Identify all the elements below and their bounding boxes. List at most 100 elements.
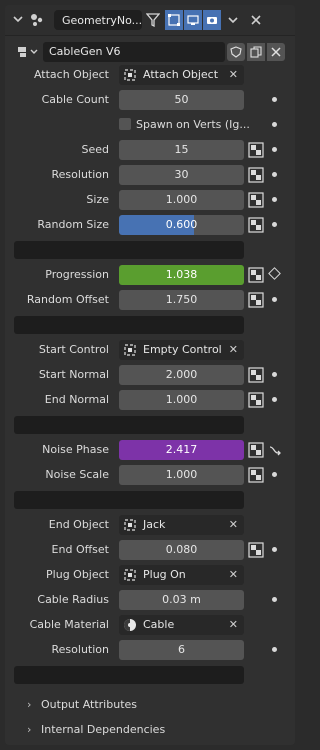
keyframe-dot-icon[interactable] xyxy=(272,122,277,127)
attach-object-label: Attach Object xyxy=(33,68,109,81)
resolution-field[interactable]: 30 xyxy=(119,165,244,185)
modifier-wrench-icon xyxy=(28,11,46,29)
shield-fake-user-icon[interactable] xyxy=(227,43,245,61)
clear-icon[interactable]: ✕ xyxy=(229,565,238,585)
duplicate-icon[interactable] xyxy=(247,43,265,61)
cable-material-field[interactable]: Cable ✕ xyxy=(119,615,244,635)
start-normal-row: Start Normal 2.000 xyxy=(5,364,295,386)
random-offset-label: Random Offset xyxy=(26,293,109,306)
keyframe-dot-icon[interactable] xyxy=(272,197,277,202)
clear-icon[interactable]: ✕ xyxy=(229,515,238,535)
attribute-toggle-icon[interactable] xyxy=(248,442,264,458)
filter-icon[interactable] xyxy=(144,11,162,29)
object-icon xyxy=(123,518,137,532)
end-normal-label: End Normal xyxy=(44,393,109,406)
plug-object-field[interactable]: Plug On ✕ xyxy=(119,565,244,585)
noise-phase-label: Noise Phase xyxy=(42,443,109,456)
attribute-toggle-icon[interactable] xyxy=(248,392,264,408)
keyframe-dot-icon[interactable] xyxy=(272,472,277,477)
close-icon[interactable] xyxy=(248,12,264,28)
driver-icon[interactable] xyxy=(267,442,283,458)
node-tree-icon[interactable] xyxy=(15,43,41,61)
keyframe-dot-icon[interactable] xyxy=(272,647,277,652)
spawn-on-verts-label[interactable]: Spawn on Verts (Ig... xyxy=(136,114,250,136)
attribute-toggle-icon[interactable] xyxy=(248,167,264,183)
material-icon xyxy=(123,618,137,632)
random-size-slider[interactable]: 0.600 xyxy=(119,215,244,235)
chevron-right-icon: › xyxy=(27,698,32,711)
keyframe-diamond-icon[interactable] xyxy=(268,267,281,280)
end-object-label: End Object xyxy=(48,518,109,531)
render-camera-icon[interactable] xyxy=(203,10,221,30)
size-row: Size 1.000 xyxy=(5,189,295,211)
size-label: Size xyxy=(86,193,109,206)
modifier-name-field[interactable]: GeometryNo... xyxy=(54,10,142,30)
attribute-toggle-icon[interactable] xyxy=(248,142,264,158)
output-attributes-subpanel[interactable]: › Output Attributes xyxy=(5,694,295,716)
viewport-icon[interactable] xyxy=(184,10,202,30)
keyframe-dot-icon[interactable] xyxy=(272,547,277,552)
cable-resolution-row: Resolution 6 xyxy=(5,639,295,661)
random-size-label: Random Size xyxy=(37,218,109,231)
resolution-label: Resolution xyxy=(51,168,109,181)
keyframe-dot-icon[interactable] xyxy=(272,147,277,152)
progression-field[interactable]: 1.038 xyxy=(119,265,244,285)
keyframe-dot-icon[interactable] xyxy=(272,597,277,602)
unlink-icon[interactable] xyxy=(267,43,285,61)
end-object-field[interactable]: Jack ✕ xyxy=(119,515,244,535)
end-normal-field[interactable]: 1.000 xyxy=(119,390,244,410)
internal-dependencies-subpanel[interactable]: › Internal Dependencies xyxy=(5,719,295,741)
edit-mode-icon[interactable] xyxy=(165,10,183,30)
attribute-toggle-icon[interactable] xyxy=(248,267,264,283)
cable-radius-field[interactable]: 0.03 m xyxy=(119,590,244,610)
keyframe-dot-icon[interactable] xyxy=(272,397,277,402)
start-control-field[interactable]: Empty Control ✕ xyxy=(119,340,244,360)
attribute-toggle-icon[interactable] xyxy=(248,467,264,483)
start-control-value: Empty Control xyxy=(143,343,222,356)
chevron-down-icon[interactable] xyxy=(11,12,25,26)
cable-resolution-field[interactable]: 6 xyxy=(119,640,244,660)
cable-resolution-label: Resolution xyxy=(51,643,109,656)
separator-bar xyxy=(14,666,244,684)
noise-phase-field[interactable]: 2.417 xyxy=(119,440,244,460)
random-size-value: 0.600 xyxy=(165,218,198,231)
size-field[interactable]: 1.000 xyxy=(119,190,244,210)
seed-field[interactable]: 15 xyxy=(119,140,244,160)
separator-bar xyxy=(14,491,244,509)
keyframe-dot-icon[interactable] xyxy=(272,222,277,227)
end-offset-field[interactable]: 0.080 xyxy=(119,540,244,560)
spawn-on-verts-checkbox[interactable] xyxy=(119,118,131,130)
clear-icon[interactable]: ✕ xyxy=(229,615,238,635)
attribute-toggle-icon[interactable] xyxy=(248,292,264,308)
dropdown-chevron-icon[interactable] xyxy=(225,12,241,28)
start-normal-field[interactable]: 2.000 xyxy=(119,365,244,385)
attribute-toggle-icon[interactable] xyxy=(248,192,264,208)
noise-scale-field[interactable]: 1.000 xyxy=(119,465,244,485)
node-group-name-field[interactable]: CableGen V6 xyxy=(43,42,225,62)
attach-object-field[interactable]: Attach Object ✕ xyxy=(119,65,244,85)
noise-scale-label: Noise Scale xyxy=(45,468,109,481)
keyframe-dot-icon[interactable] xyxy=(272,297,277,302)
separator-bar xyxy=(14,416,244,434)
attribute-toggle-icon[interactable] xyxy=(248,367,264,383)
keyframe-dot-icon[interactable] xyxy=(272,172,277,177)
modifier-panel: GeometryNo... CableGen V6 Attach Object … xyxy=(5,5,295,745)
clear-icon[interactable]: ✕ xyxy=(229,65,238,85)
keyframe-dot-icon[interactable] xyxy=(272,97,277,102)
random-offset-row: Random Offset 1.750 xyxy=(5,289,295,311)
start-normal-label: Start Normal xyxy=(38,368,109,381)
attribute-toggle-icon[interactable] xyxy=(248,217,264,233)
resolution-row: Resolution 30 xyxy=(5,164,295,186)
noise-scale-row: Noise Scale 1.000 xyxy=(5,464,295,486)
end-offset-label: End Offset xyxy=(51,543,109,556)
clear-icon[interactable]: ✕ xyxy=(229,340,238,360)
cable-radius-row: Cable Radius 0.03 m xyxy=(5,589,295,611)
object-icon xyxy=(123,68,137,82)
random-offset-field[interactable]: 1.750 xyxy=(119,290,244,310)
attribute-toggle-icon[interactable] xyxy=(248,542,264,558)
keyframe-dot-icon[interactable] xyxy=(272,372,277,377)
end-object-row: End Object Jack ✕ xyxy=(5,514,295,536)
cable-count-field[interactable]: 50 xyxy=(119,90,244,110)
seed-row: Seed 15 xyxy=(5,139,295,161)
output-attributes-label: Output Attributes xyxy=(41,698,138,711)
